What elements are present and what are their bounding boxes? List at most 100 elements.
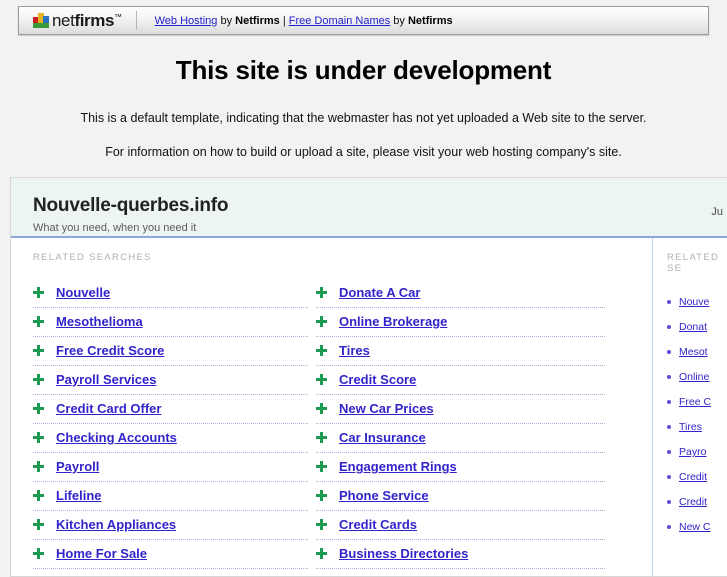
sidebar-search-link[interactable]: Nouve	[679, 296, 709, 308]
sidebar-search-link[interactable]: Payro	[679, 446, 706, 458]
sidebar-search-link[interactable]: Online	[679, 371, 709, 383]
green-star-icon	[316, 287, 327, 298]
related-search-link[interactable]: Payroll	[56, 459, 99, 474]
related-search-link[interactable]: Lifeline	[56, 488, 102, 503]
list-item[interactable]: New C	[667, 515, 727, 540]
list-item[interactable]: Payro	[667, 440, 727, 465]
list-item[interactable]: Payroll Services	[33, 366, 308, 395]
list-item[interactable]: Credit	[667, 465, 727, 490]
by-label-1: by	[217, 14, 236, 27]
list-item[interactable]: Mesot	[667, 340, 727, 365]
green-star-icon	[33, 287, 44, 298]
page-title: This site is under development	[175, 55, 552, 85]
list-item[interactable]: New Car Prices	[316, 395, 605, 424]
list-item[interactable]: Nouvelle	[33, 279, 308, 308]
related-search-link[interactable]: Free Credit Score	[56, 343, 164, 358]
related-search-link[interactable]: Car Insurance	[339, 430, 426, 445]
green-star-icon	[316, 403, 327, 414]
domain-name: Nouvelle-querbes.info	[33, 195, 229, 216]
logo-text-light: net	[52, 11, 75, 30]
sidebar-search-link[interactable]: Credit	[679, 471, 707, 483]
sidebar-related-searches-label: RELATED SE	[667, 252, 720, 274]
list-item[interactable]: Mesothelioma	[33, 308, 308, 337]
list-item[interactable]: Kitchen Appliances	[33, 511, 308, 540]
green-star-icon	[33, 548, 44, 559]
green-star-icon	[316, 461, 327, 472]
parking-panel: Nouvelle-querbes.info What you need, whe…	[10, 177, 727, 577]
list-item[interactable]: Payroll	[33, 453, 308, 482]
related-search-link[interactable]: New Car Prices	[339, 401, 434, 416]
related-search-link[interactable]: Phone Service	[339, 488, 429, 503]
green-star-icon	[33, 345, 44, 356]
sidebar-search-link[interactable]: Free C	[679, 396, 711, 408]
sidebar-search-link[interactable]: Donat	[679, 321, 707, 333]
list-item[interactable]: Online Brokerage	[316, 308, 605, 337]
list-item[interactable]: Nouve	[667, 290, 727, 315]
list-item[interactable]: Donate A Car	[316, 279, 605, 308]
related-search-link[interactable]: Online Brokerage	[339, 314, 447, 329]
list-item[interactable]: Donat	[667, 315, 727, 340]
related-searches-column-2: Donate A Car Online Brokerage Tires Cred…	[308, 279, 605, 569]
list-item[interactable]: Free C	[667, 390, 727, 415]
related-search-link[interactable]: Engagement Rings	[339, 459, 457, 474]
netfirms-logo[interactable]: netfirms™	[19, 7, 134, 34]
related-search-link[interactable]: Credit Card Offer	[56, 401, 161, 416]
by-label-2: by	[390, 14, 408, 27]
list-item[interactable]: Checking Accounts	[33, 424, 308, 453]
sidebar-list: Nouve Donat Mesot Online Free C Tires Pa…	[667, 290, 727, 540]
sidebar-search-link[interactable]: New C	[679, 521, 711, 533]
netfirms-brand-2: Netfirms	[407, 14, 453, 27]
list-item[interactable]: Lifeline	[33, 482, 308, 511]
related-search-link[interactable]: Mesothelioma	[56, 314, 143, 329]
green-star-icon	[316, 345, 327, 356]
sidebar-search-link[interactable]: Mesot	[679, 346, 708, 358]
related-searches-sidebar: RELATED SE Nouve Donat Mesot Online Free…	[652, 238, 727, 576]
sidebar-search-link[interactable]: Tires	[679, 421, 702, 433]
green-star-icon	[316, 374, 327, 385]
green-star-icon	[33, 374, 44, 385]
free-domain-names-link[interactable]: Free Domain Names	[289, 15, 390, 27]
panel-date: Ju	[711, 206, 723, 218]
related-search-link[interactable]: Kitchen Appliances	[56, 517, 176, 532]
related-search-link[interactable]: Checking Accounts	[56, 430, 177, 445]
green-star-icon	[316, 519, 327, 530]
list-item[interactable]: Credit	[667, 490, 727, 515]
related-search-link[interactable]: Payroll Services	[56, 372, 156, 387]
dot-bullet-icon	[667, 500, 671, 504]
dot-bullet-icon	[667, 325, 671, 329]
list-item[interactable]: Credit Card Offer	[33, 395, 308, 424]
related-search-link[interactable]: Business Directories	[339, 546, 468, 561]
green-star-icon	[33, 461, 44, 472]
list-item[interactable]: Engagement Rings	[316, 453, 605, 482]
related-search-link[interactable]: Credit Cards	[339, 517, 417, 532]
related-search-link[interactable]: Credit Score	[339, 372, 416, 387]
related-searches-column-1: Nouvelle Mesothelioma Free Credit Score …	[11, 279, 308, 569]
list-item[interactable]: Phone Service	[316, 482, 605, 511]
logo-trademark: ™	[114, 12, 122, 22]
related-search-link[interactable]: Donate A Car	[339, 285, 420, 300]
related-search-link[interactable]: Home For Sale	[56, 546, 147, 561]
list-item[interactable]: Home For Sale	[33, 540, 308, 569]
list-item[interactable]: Online	[667, 365, 727, 390]
list-item[interactable]: Business Directories	[316, 540, 605, 569]
notice-line-2: For information on how to build or uploa…	[105, 145, 622, 159]
sidebar-search-link[interactable]: Credit	[679, 496, 707, 508]
list-item[interactable]: Car Insurance	[316, 424, 605, 453]
netfirms-bar: netfirms™ Web Hosting by Netfirms | Free…	[18, 6, 709, 35]
green-star-icon	[33, 519, 44, 530]
list-item[interactable]: Tires	[667, 415, 727, 440]
dot-bullet-icon	[667, 450, 671, 454]
green-star-icon	[33, 316, 44, 327]
netfirms-bar-container: netfirms™ Web Hosting by Netfirms | Free…	[0, 0, 727, 35]
dot-bullet-icon	[667, 525, 671, 529]
related-search-link[interactable]: Nouvelle	[56, 285, 110, 300]
related-searches-main: RELATED SEARCHES Nouvelle Mesothelioma F…	[11, 238, 652, 576]
related-search-link[interactable]: Tires	[339, 343, 370, 358]
list-item[interactable]: Credit Cards	[316, 511, 605, 540]
list-item[interactable]: Tires	[316, 337, 605, 366]
dot-bullet-icon	[667, 375, 671, 379]
web-hosting-link[interactable]: Web Hosting	[155, 15, 218, 27]
list-item[interactable]: Credit Score	[316, 366, 605, 395]
list-item[interactable]: Free Credit Score	[33, 337, 308, 366]
bar-divider	[135, 11, 137, 30]
